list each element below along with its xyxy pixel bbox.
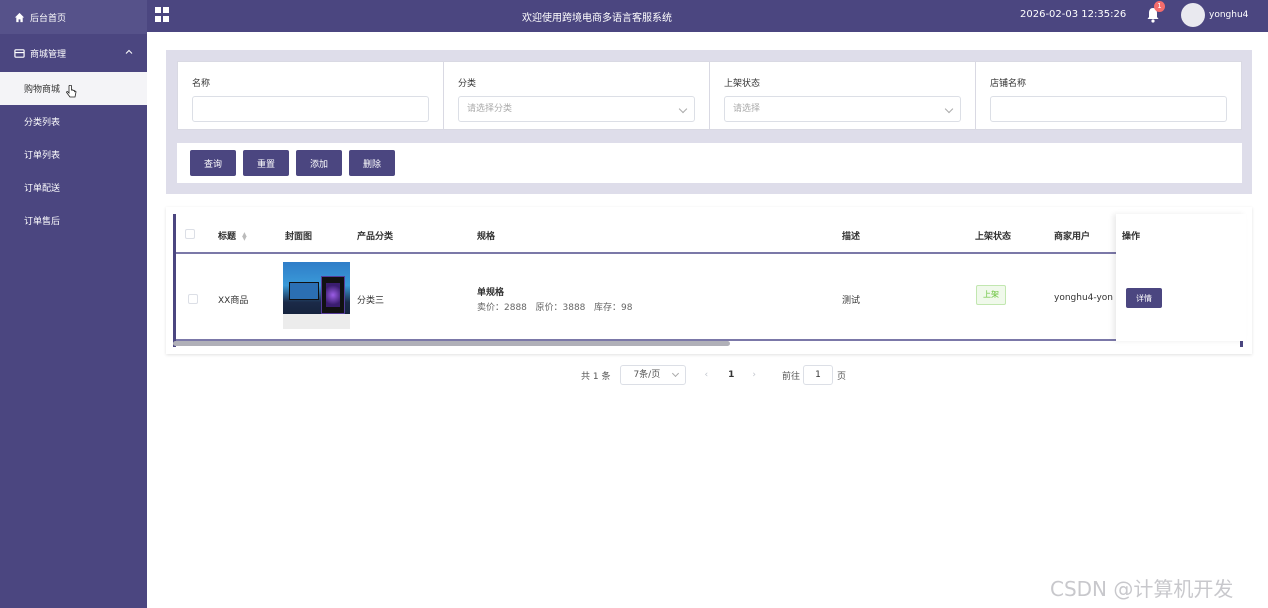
col-desc: 描述	[842, 232, 861, 242]
sidebar-item-label: 后台首页	[30, 13, 67, 24]
status-badge: 上架	[976, 285, 1006, 305]
field-label: 店铺名称	[990, 79, 1027, 89]
sidebar-item-orders[interactable]: 订单列表	[0, 138, 147, 171]
goto-label: 前往	[781, 371, 800, 382]
page-unit-label: 页	[836, 371, 846, 382]
sidebar-item-label: 订单列表	[24, 151, 61, 161]
field-label: 分类	[458, 79, 477, 89]
row-category: 分类三	[357, 296, 385, 306]
col-title-label: 标题	[218, 232, 237, 242]
select-placeholder: 请选择分类	[467, 104, 513, 114]
datetime-text: 2026-02-03 12:35:26	[1020, 9, 1127, 20]
col-merchant: 商家用户	[1054, 232, 1091, 242]
prev-page-button[interactable]: ‹	[704, 370, 708, 380]
col-cover: 封面图	[285, 232, 313, 242]
shop-icon	[13, 47, 25, 59]
row-checkbox[interactable]	[188, 294, 198, 304]
fixed-action-column: 操作 详情	[1116, 214, 1246, 341]
goto-page-input[interactable]: 1	[802, 365, 833, 385]
sidebar-item-aftersale[interactable]: 订单售后	[0, 204, 147, 237]
field-name: 名称	[178, 62, 444, 129]
horizontal-scrollbar[interactable]	[173, 341, 730, 346]
col-status: 上架状态	[975, 232, 1012, 242]
sidebar-item-shop[interactable]: 购物商城	[0, 72, 147, 105]
page-size-value: 7条/页	[633, 370, 661, 380]
page-size-select[interactable]: 7条/页	[620, 365, 687, 385]
status-select[interactable]: 请选择	[724, 96, 961, 122]
sidebar-item-delivery[interactable]: 订单配送	[0, 171, 147, 204]
add-button[interactable]: 添加	[296, 150, 342, 176]
home-icon	[13, 11, 25, 23]
sidebar-item-home[interactable]: 后台首页	[0, 0, 147, 34]
table-body: 标题 ▲ ▼ 封面图 产品分类 规格 描述 上架状态 商家用户 XX商品 分类三 …	[173, 214, 1246, 347]
sidebar-item-label: 订单配送	[24, 184, 61, 194]
notification-badge: 1	[1154, 1, 1165, 12]
row-spec-title: 单规格	[477, 288, 505, 298]
pagination-total: 共 1 条	[581, 371, 611, 382]
delete-button[interactable]: 删除	[349, 150, 395, 176]
top-header: 欢迎使用跨境电商多语言客服系统 2026-02-03 12:35:26 1 yo…	[147, 0, 1268, 32]
category-select[interactable]: 请选择分类	[458, 96, 695, 122]
current-page[interactable]: 1	[728, 370, 734, 380]
row-spec-detail: 卖价：2888 原价：3888 库存：98	[477, 303, 633, 313]
next-page-button[interactable]: ›	[752, 370, 756, 380]
sort-icon[interactable]: ▲ ▼	[242, 231, 247, 241]
select-placeholder: 请选择	[733, 104, 761, 114]
sidebar-group-label: 商城管理	[30, 49, 67, 60]
field-label: 名称	[192, 79, 211, 89]
field-status: 上架状态 请选择	[710, 62, 976, 129]
detail-button[interactable]: 详情	[1126, 288, 1162, 308]
row-desc: 测试	[842, 296, 861, 306]
col-action: 操作	[1122, 232, 1141, 242]
select-all-checkbox[interactable]	[185, 229, 195, 239]
field-label: 上架状态	[724, 79, 761, 89]
col-spec: 规格	[477, 232, 496, 242]
chevron-down-icon	[678, 104, 688, 114]
page-title: 欢迎使用跨境电商多语言客服系统	[522, 13, 672, 24]
sidebar: 后台首页 商城管理 购物商城 分类列表 订单列表 订单配送 订单售后	[0, 0, 147, 608]
product-table: 标题 ▲ ▼ 封面图 产品分类 规格 描述 上架状态 商家用户 XX商品 分类三 …	[166, 207, 1252, 354]
search-panel: 名称 分类 请选择分类 上架状态 请选择 店铺名称 查询 重置 添加 删除	[166, 50, 1252, 194]
row-title: XX商品	[218, 296, 249, 306]
avatar[interactable]	[1181, 3, 1205, 27]
shop-name-input[interactable]	[990, 96, 1227, 122]
search-button[interactable]: 查询	[190, 150, 236, 176]
col-category: 产品分类	[357, 232, 394, 242]
table-row: XX商品 分类三 单规格 卖价：2888 原价：3888 库存：98 测试 上架…	[176, 256, 1240, 341]
field-shop-name: 店铺名称	[976, 62, 1241, 129]
col-title[interactable]: 标题 ▲ ▼	[218, 229, 247, 242]
row-merchant: yonghu4-yon	[1054, 293, 1114, 303]
table-header: 标题 ▲ ▼ 封面图 产品分类 规格 描述 上架状态 商家用户	[176, 214, 1240, 254]
field-category: 分类 请选择分类	[444, 62, 710, 129]
action-bar: 查询 重置 添加 删除	[177, 143, 1242, 183]
pagination: 共 1 条 7条/页 ‹ 1 › 前往 1 页	[581, 365, 846, 385]
chevron-up-icon	[125, 48, 133, 59]
chevron-down-icon	[944, 104, 954, 114]
chevron-down-icon	[672, 369, 680, 378]
watermark: CSDN @计算机开发	[1050, 577, 1234, 601]
sidebar-item-category[interactable]: 分类列表	[0, 105, 147, 138]
sidebar-item-label: 订单售后	[24, 217, 61, 227]
reset-button[interactable]: 重置	[243, 150, 289, 176]
sidebar-item-label: 购物商城	[24, 85, 61, 95]
cover-image	[283, 262, 350, 329]
search-fields: 名称 分类 请选择分类 上架状态 请选择 店铺名称	[177, 61, 1242, 130]
sidebar-item-label: 分类列表	[24, 118, 61, 128]
username-text[interactable]: yonghu4	[1209, 10, 1248, 20]
name-input[interactable]	[192, 96, 429, 122]
hand-cursor-icon	[65, 84, 77, 102]
sidebar-group-mall[interactable]: 商城管理	[0, 34, 147, 72]
